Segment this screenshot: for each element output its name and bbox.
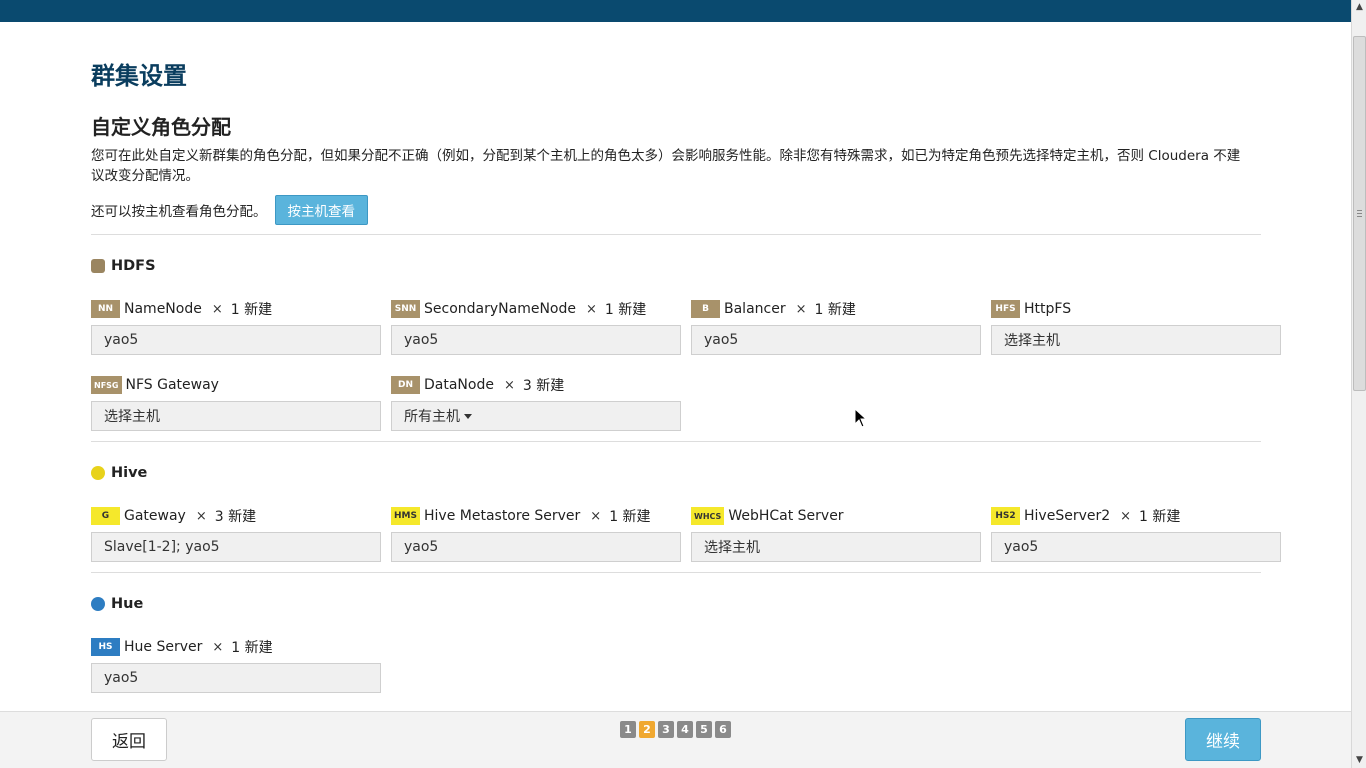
vertical-scrollbar[interactable]: ▲ ▼ [1351,0,1366,768]
continue-button[interactable]: 继续 [1185,718,1261,761]
hms-host-selector[interactable]: yao5 [391,532,681,562]
page-step-3[interactable]: 3 [658,721,674,738]
gateway-badge: G [91,507,120,525]
host-view-text: 还可以按主机查看角色分配。 [91,204,267,220]
nfsg-badge: NFSG [91,376,122,394]
divider [91,572,1261,573]
hue-server-badge: HS [91,638,120,656]
gateway-label: Gateway [124,508,186,524]
snn-host-selector[interactable]: yao5 [391,325,681,355]
role-namenode: NN NameNode × 1 新建 yao5 [91,299,381,355]
role-hue-server: HS Hue Server × 1 新建 yao5 [91,637,381,693]
page-step-2[interactable]: 2 [639,721,655,738]
scroll-up-arrow-icon[interactable]: ▲ [1352,0,1366,15]
hue-server-count: 1 新建 [231,640,273,656]
namenode-badge: NN [91,300,120,318]
datanode-times: × [503,377,515,393]
snn-badge: SNN [391,300,420,318]
hs2-count: 1 新建 [1139,509,1181,525]
role-hive-gateway: G Gateway × 3 新建 Slave[1-2]; yao5 [91,506,381,562]
nfsg-host-selector[interactable]: 选择主机 [91,401,381,431]
hue-icon [91,597,105,611]
view-by-host-button[interactable]: 按主机查看 [274,195,368,225]
nfsg-label: NFS Gateway [125,377,219,393]
httpfs-label: HttpFS [1024,301,1072,317]
gateway-times: × [195,508,207,524]
balancer-host-selector[interactable]: yao5 [691,325,981,355]
balancer-badge: B [691,300,720,318]
httpfs-badge: HFS [991,300,1020,318]
role-hiveserver2: HS2 HiveServer2 × 1 新建 yao5 [991,506,1281,562]
namenode-count: 1 新建 [230,302,273,318]
mouse-cursor-icon [854,407,868,428]
divider [91,441,1261,442]
whcs-host-selector[interactable]: 选择主机 [691,532,981,562]
page-step-5[interactable]: 5 [696,721,712,738]
gateway-count: 3 新建 [214,509,257,525]
namenode-times: × [211,301,223,317]
hue-service-name: Hue [111,596,144,612]
role-balancer: B Balancer × 1 新建 yao5 [691,299,981,355]
hms-count: 1 新建 [609,509,651,525]
wizard-footer: 返回 1 2 3 4 5 6 继续 [0,711,1351,768]
snn-count: 1 新建 [604,302,647,318]
scroll-thumb[interactable] [1353,36,1366,391]
whcs-label: WebHCat Server [728,508,844,524]
snn-times: × [585,301,597,317]
caret-down-icon [464,413,472,419]
whcs-badge: WHCS [691,507,725,525]
grip-icon [1357,210,1362,217]
role-datanode: DN DataNode × 3 新建 所有主机 [391,375,681,431]
hue-server-host-selector[interactable]: yao5 [91,663,381,693]
hs2-label: HiveServer2 [1024,508,1111,524]
hue-server-label: Hue Server [124,639,203,655]
datanode-label: DataNode [424,377,494,393]
description-text: 您可在此处自定义新群集的角色分配，但如果分配不正确（例如，分配到某个主机上的角色… [91,148,1241,184]
divider [91,234,1261,235]
role-httpfs: HFS HttpFS 选择主机 [991,299,1281,355]
page-step-4[interactable]: 4 [677,721,693,738]
httpfs-host-selector[interactable]: 选择主机 [991,325,1281,355]
hs2-times: × [1120,508,1132,524]
scroll-down-arrow-icon[interactable]: ▼ [1352,753,1366,768]
hive-icon [91,466,105,480]
hive-service-header: Hive [91,465,147,481]
gateway-host-selector[interactable]: Slave[1-2]; yao5 [91,532,381,562]
balancer-label: Balancer [724,301,786,317]
hdfs-service-header: HDFS [91,258,156,274]
datanode-host-dropdown[interactable]: 所有主机 [391,401,681,431]
role-nfs-gateway: NFSG NFS Gateway 选择主机 [91,375,381,431]
section-title: 自定义角色分配 [91,115,231,139]
hms-badge: HMS [391,507,420,525]
hue-server-times: × [212,639,224,655]
page-step-1[interactable]: 1 [620,721,636,738]
hms-label: Hive Metastore Server [424,508,581,524]
datanode-badge: DN [391,376,420,394]
hive-service-name: Hive [111,465,148,481]
snn-label: SecondaryNameNode [424,301,576,317]
hs2-host-selector[interactable]: yao5 [991,532,1281,562]
hms-times: × [590,508,602,524]
namenode-label: NameNode [124,301,202,317]
role-hive-metastore: HMS Hive Metastore Server × 1 新建 yao5 [391,506,681,562]
hdfs-service-name: HDFS [111,258,156,274]
balancer-count: 1 新建 [814,302,856,318]
datanode-count: 3 新建 [522,378,565,394]
namenode-host-selector[interactable]: yao5 [91,325,381,355]
top-header-bar [0,0,1351,22]
host-view-row: 还可以按主机查看角色分配。 按主机查看 [91,195,368,225]
page-title: 群集设置 [91,62,187,90]
back-button[interactable]: 返回 [91,718,167,761]
hdfs-icon [91,259,105,273]
step-pager: 1 2 3 4 5 6 [620,721,731,738]
hs2-badge: HS2 [991,507,1020,525]
role-webhcat: WHCS WebHCat Server 选择主机 [691,506,981,562]
page-step-6[interactable]: 6 [715,721,731,738]
datanode-host-value: 所有主机 [404,409,460,425]
hue-service-header: Hue [91,596,143,612]
role-secondarynamenode: SNN SecondaryNameNode × 1 新建 yao5 [391,299,681,355]
balancer-times: × [795,301,807,317]
